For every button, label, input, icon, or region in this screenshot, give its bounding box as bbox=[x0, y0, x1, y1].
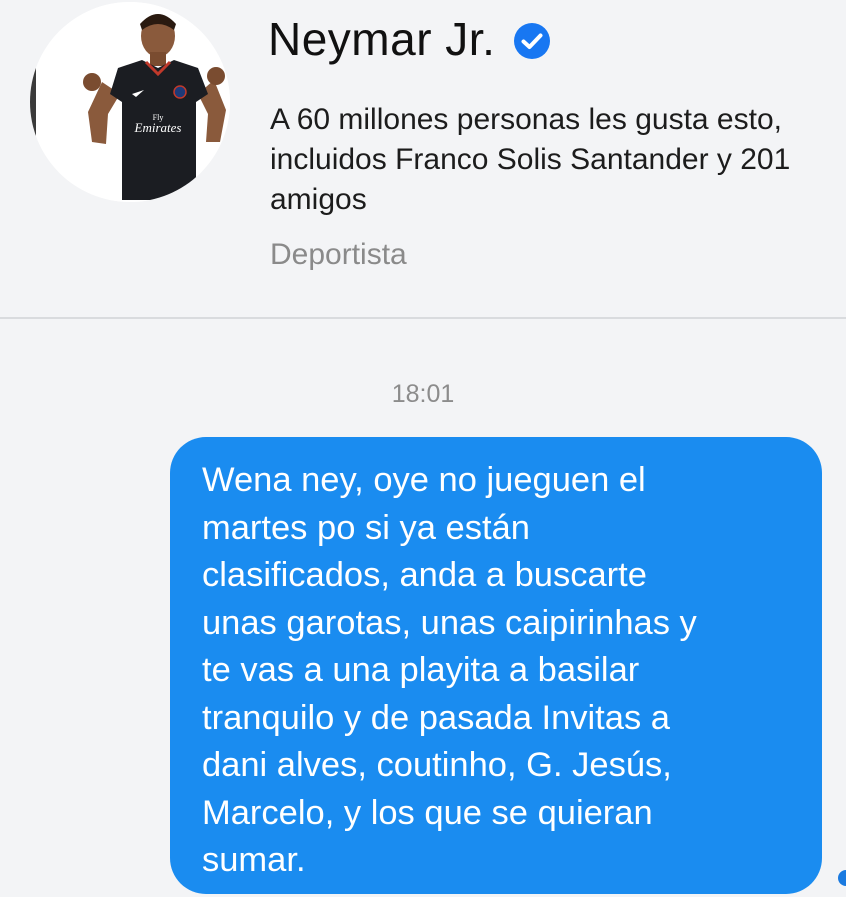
profile-avatar[interactable]: Fly Emirates bbox=[30, 2, 230, 202]
header-divider bbox=[0, 317, 846, 319]
seen-indicator-icon bbox=[838, 870, 846, 886]
page-category: Deportista bbox=[270, 238, 407, 271]
message-text: Wena ney, oye no jueguen el martes po si… bbox=[202, 461, 697, 879]
likes-summary: A 60 millones personas les gusta esto, i… bbox=[270, 103, 791, 216]
svg-text:Emirates: Emirates bbox=[134, 120, 182, 135]
player-photo-icon: Fly Emirates bbox=[30, 2, 230, 202]
page-name[interactable]: Neymar Jr. bbox=[268, 16, 495, 62]
sent-message-bubble[interactable]: Wena ney, oye no jueguen el martes po si… bbox=[170, 437, 822, 894]
message-timestamp: 18:01 bbox=[391, 380, 455, 408]
verified-badge-icon bbox=[514, 23, 551, 59]
page-name-row: Neymar Jr. bbox=[268, 16, 551, 62]
profile-header: Fly Emirates Neymar Jr. A 60 millones pe… bbox=[0, 0, 846, 318]
